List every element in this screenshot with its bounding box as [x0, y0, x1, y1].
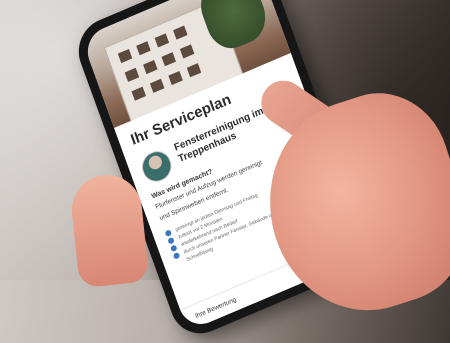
avatar [137, 146, 176, 187]
